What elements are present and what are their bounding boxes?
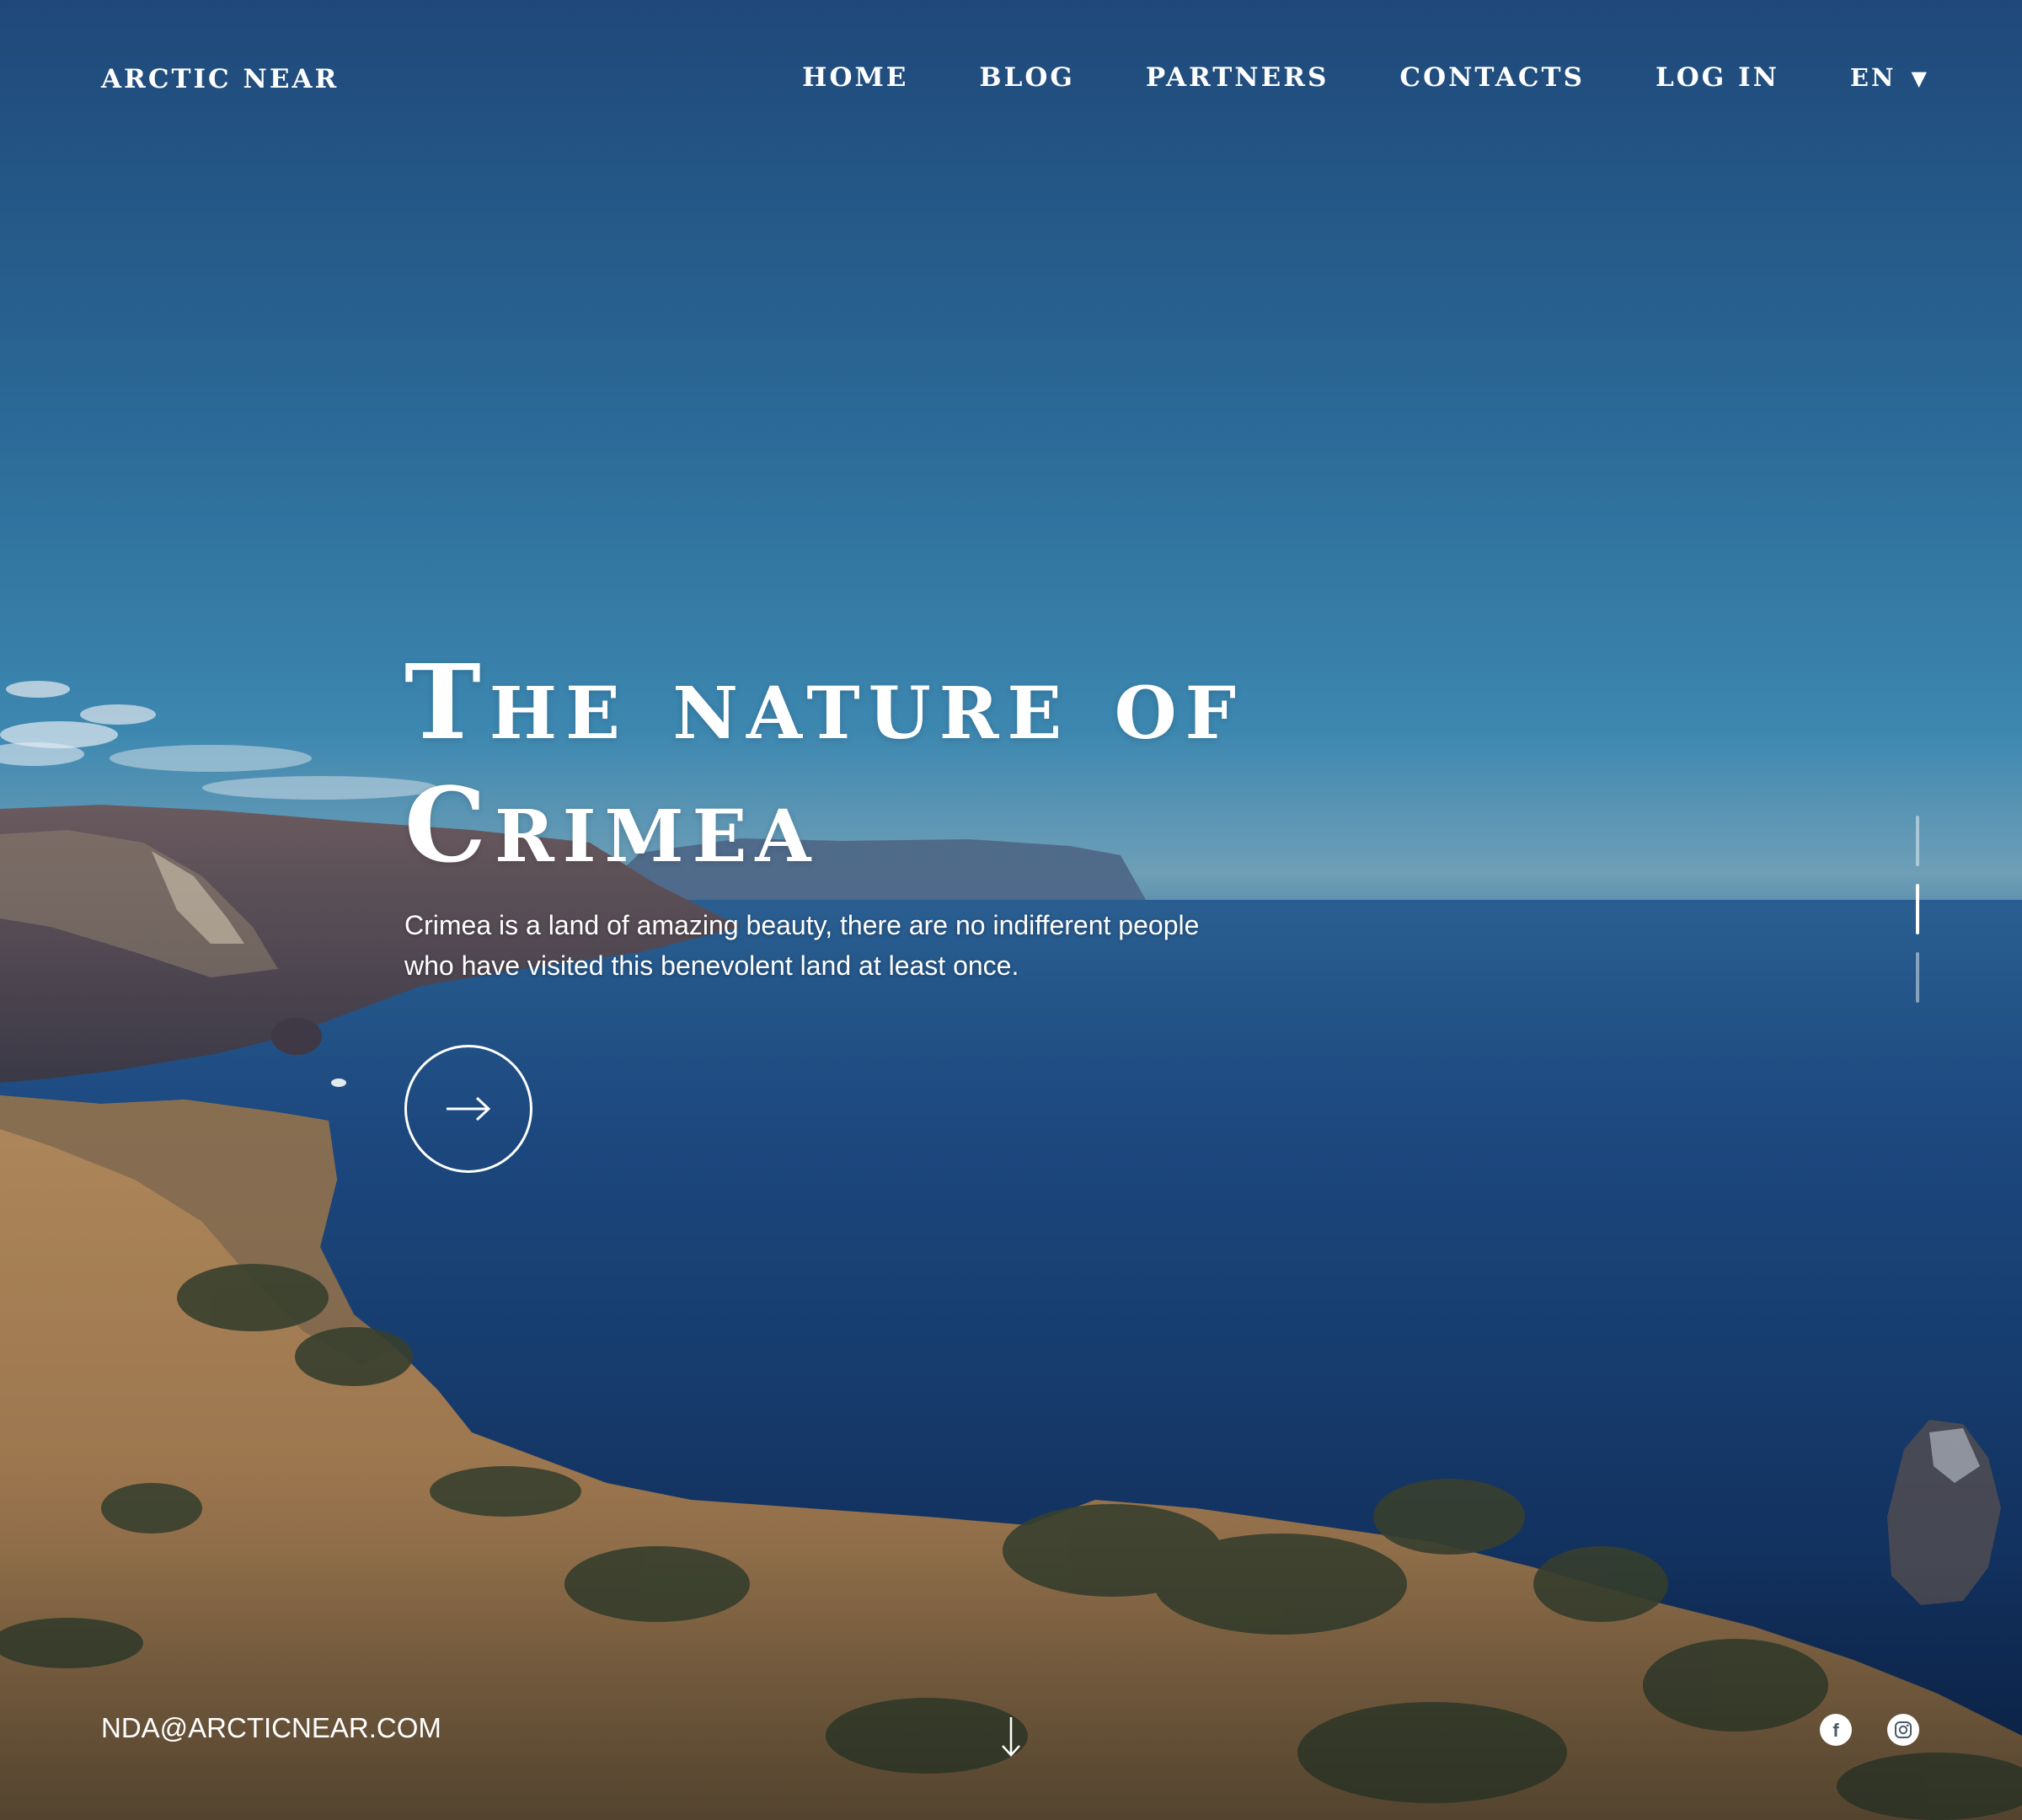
- nav-link-contacts[interactable]: CONTACTS: [1399, 62, 1585, 93]
- brand-logo[interactable]: ARCTIC NEAR: [101, 64, 339, 94]
- hero-description: Crimea is a land of amazing beauty, ther…: [404, 910, 1200, 981]
- nav-link-login[interactable]: LOG IN: [1656, 62, 1779, 93]
- arrow-right-icon: [447, 1096, 491, 1121]
- next-cta-button[interactable]: [404, 1045, 532, 1173]
- hero-title-line-2: Crimea: [404, 764, 820, 886]
- caret-down-icon: ▼: [1911, 65, 1929, 90]
- hero-title: The nature of Crimea: [404, 640, 1415, 886]
- facebook-icon: f: [1832, 1720, 1839, 1741]
- slide-indicator-2[interactable]: [1916, 884, 1919, 934]
- instagram-icon: [1895, 1721, 1912, 1738]
- instagram-link[interactable]: [1887, 1714, 1919, 1746]
- language-current: EN: [1849, 63, 1896, 92]
- contact-email-link[interactable]: NDA@ARCTICNEAR.COM: [101, 1712, 441, 1744]
- scroll-down-button[interactable]: [998, 1716, 1024, 1759]
- nav-link-home[interactable]: HOME: [802, 62, 908, 93]
- slide-indicators: [1916, 816, 1921, 1003]
- main-navigation: HOME BLOG PARTNERS CONTACTS LOG IN EN ▼: [731, 62, 1929, 93]
- language-selector[interactable]: EN ▼: [1850, 63, 1929, 92]
- facebook-link[interactable]: f: [1820, 1714, 1852, 1746]
- nav-link-partners[interactable]: PARTNERS: [1146, 62, 1329, 93]
- slide-indicator-1[interactable]: [1916, 816, 1919, 866]
- slide-indicator-3[interactable]: [1916, 952, 1919, 1003]
- hero-title-line-1: The nature of: [404, 641, 1245, 763]
- nav-link-blog[interactable]: BLOG: [979, 62, 1074, 93]
- arrow-down-icon: [1002, 1717, 1020, 1757]
- hero-section: ARCTIC NEAR HOME BLOG PARTNERS CONTACTS …: [0, 0, 2022, 1820]
